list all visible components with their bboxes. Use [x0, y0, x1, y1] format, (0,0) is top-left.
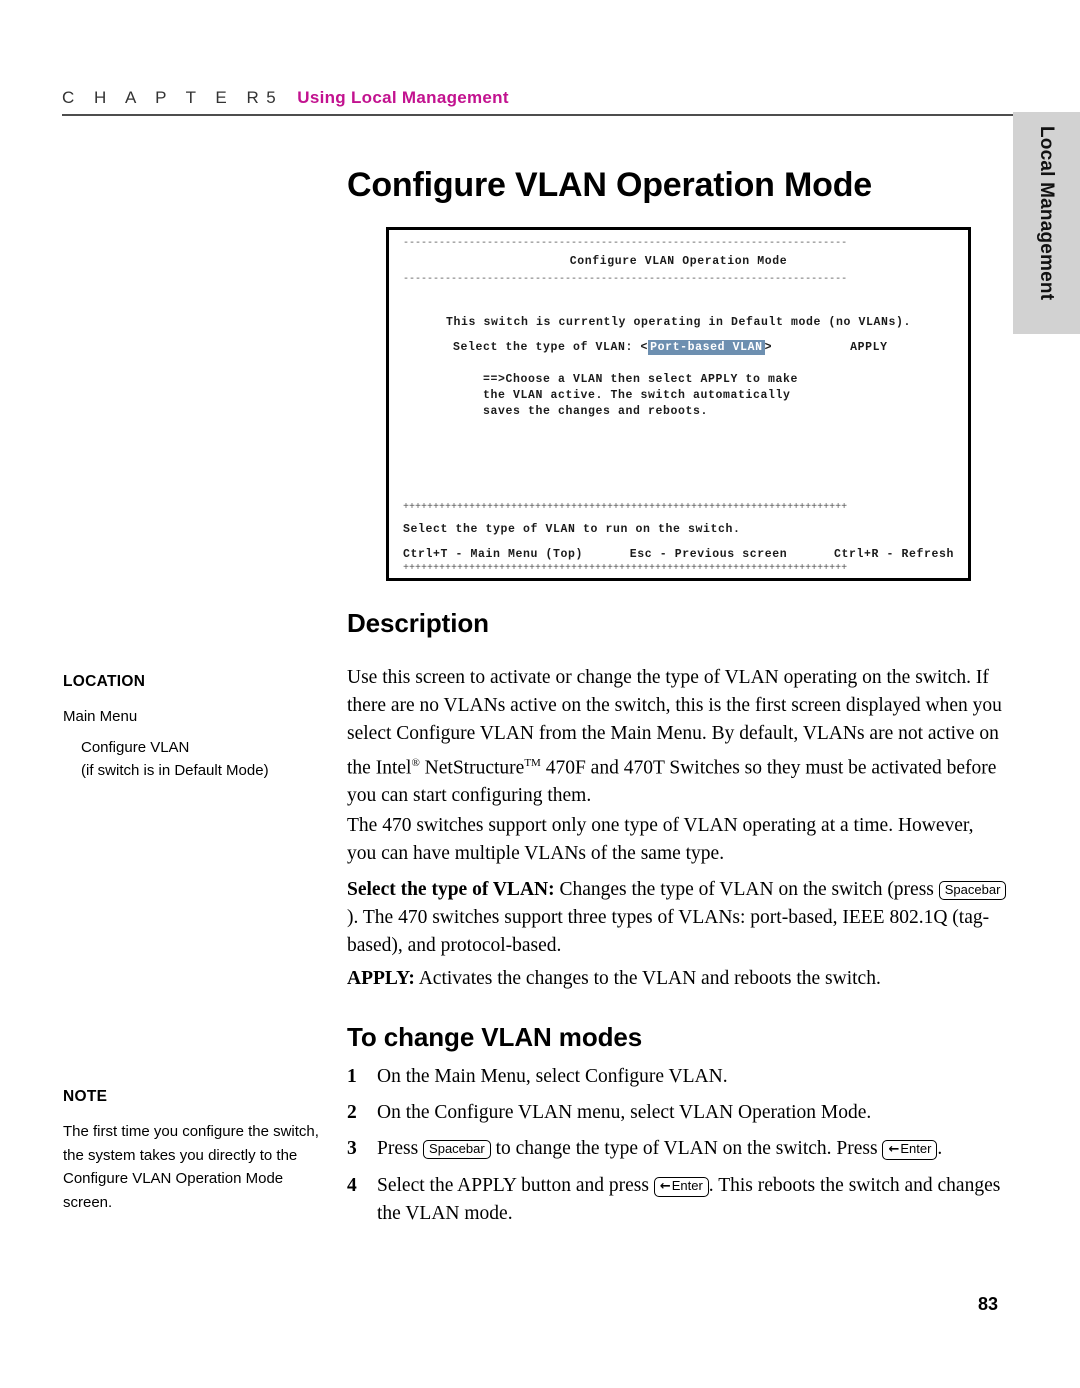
apply-button[interactable]: APPLY: [850, 340, 888, 356]
apply-label-bold: APPLY:: [347, 968, 415, 989]
terminal-screenshot: ----------------------------------------…: [386, 227, 971, 581]
section-heading-description: Description: [347, 608, 489, 638]
step-number: 1: [347, 1066, 357, 1087]
location-title: LOCATION: [63, 673, 146, 690]
terminal-hint-line-1: ==>Choose a VLAN then select APPLY to ma…: [483, 373, 799, 386]
enter-key-badge: ←Enter: [653, 1176, 709, 1197]
terminal-field-row: Select the type of VLAN: < Port-based VLA…: [403, 340, 954, 356]
page-title: Configure VLAN Operation Mode: [347, 166, 872, 204]
side-tab-label: Local Management: [1036, 126, 1057, 301]
terminal-rule-footer-top: ++++++++++++++++++++++++++++++++++++++++…: [403, 502, 848, 513]
location-line-configure-vlan: Configure VLAN: [81, 739, 190, 756]
note-block: NOTE The first time you configure the sw…: [63, 1088, 325, 1214]
terminal-status-line: This switch is currently operating in De…: [445, 316, 912, 329]
step-number: 4: [347, 1174, 357, 1196]
enter-arrow-icon: ←: [659, 1178, 671, 1194]
terminal-spacer-1: [403, 285, 954, 315]
step-text: Select the APPLY button and press ←Enter…: [377, 1172, 1007, 1228]
step-1-text-a: On the Main Menu, select Configure VLAN.: [377, 1066, 728, 1087]
note-text: The first time you configure the switch,…: [63, 1123, 319, 1211]
step-text: On the Configure VLAN menu, select VLAN …: [377, 1099, 1007, 1127]
description-paragraph-4: APPLY: Activates the changes to the VLAN…: [347, 965, 1007, 993]
para-1-part-b: NetStructure: [419, 757, 525, 779]
key-hint-refresh: Ctrl+R - Refresh: [833, 548, 954, 561]
para-3-part-a: Changes the type of VLAN on the switch (…: [554, 879, 939, 900]
terminal-footer: ++++++++++++++++++++++++++++++++++++++++…: [389, 502, 968, 574]
list-item: 4 Select the APPLY button and press ←Ent…: [347, 1172, 1007, 1228]
page-number: 83: [978, 1294, 999, 1314]
terminal-spacer-4: [403, 513, 954, 522]
terminal-spacer-5: [403, 538, 954, 547]
enter-key-badge: ←Enter: [882, 1140, 938, 1161]
step-3-text-a: Press: [377, 1138, 424, 1160]
step-number: 2: [347, 1102, 357, 1124]
step-2-text-a: On the Configure VLAN menu, select VLAN …: [377, 1102, 872, 1124]
location-block: LOCATION Main Menu Configure VLAN (if sw…: [63, 673, 325, 782]
step-number: 3: [347, 1138, 357, 1160]
para-3-part-b: ). The 470 switches support three types …: [347, 907, 990, 957]
vlan-type-label: Select the type of VLAN:: [453, 341, 634, 354]
step-text: Press Spacebar to change the type of VLA…: [377, 1135, 1007, 1163]
registered-trademark-symbol: ®: [411, 756, 420, 769]
step-3-text-b: to change the type of VLAN on the switch…: [490, 1138, 883, 1160]
description-paragraph-2: The 470 switches support only one type o…: [347, 815, 974, 865]
terminal-rule-bottom: ++++++++++++++++++++++++++++++++++++++++…: [403, 563, 848, 574]
vlan-type-value[interactable]: Port-based VLAN: [648, 340, 765, 355]
chapter-label: C H A P T E R: [62, 88, 267, 107]
bracket-close: >: [764, 341, 773, 354]
chapter-title: Using Local Management: [297, 88, 509, 107]
terminal-hint-line-3: saves the changes and reboots.: [483, 405, 709, 418]
step-3-text-c: .: [937, 1138, 943, 1160]
para-4-text: Activates the changes to the VLAN and re…: [414, 968, 881, 989]
enter-key-label: Enter: [900, 1141, 932, 1157]
section-heading-to-change-vlan-modes: To change VLAN modes: [347, 1022, 643, 1052]
terminal-spacer-3: [403, 356, 954, 372]
terminal-rule-under-title: ----------------------------------------…: [403, 274, 848, 285]
key-hint-main-menu: Ctrl+T - Main Menu (Top): [403, 548, 584, 561]
enter-arrow-icon: ←: [888, 1142, 900, 1158]
terminal-help-line: Select the type of VLAN to run on the sw…: [403, 523, 741, 536]
note-title: NOTE: [63, 1088, 108, 1105]
terminal-title: Configure VLAN Operation Mode: [569, 255, 788, 268]
list-item: 2 On the Configure VLAN menu, select VLA…: [347, 1099, 1007, 1127]
key-hint-previous-screen: Esc - Previous screen: [629, 548, 788, 561]
list-item: 1 On the Main Menu, select Configure VLA…: [347, 1063, 1007, 1091]
list-item: 3 Press Spacebar to change the type of V…: [347, 1135, 1007, 1163]
bracket-open: <: [640, 341, 649, 354]
trademark-symbol: TM: [524, 756, 541, 769]
spacebar-key-badge: Spacebar: [423, 1140, 491, 1160]
terminal-spacer-2: [403, 331, 954, 340]
location-line-default-mode: (if switch is in Default Mode): [81, 762, 269, 779]
spacebar-key-badge: Spacebar: [938, 881, 1007, 900]
step-text: On the Main Menu, select Configure VLAN.: [377, 1063, 1007, 1091]
steps-list: 1 On the Main Menu, select Configure VLA…: [347, 1063, 1007, 1236]
description-paragraph-1: Use this screen to activate or change th…: [347, 664, 1007, 811]
terminal-key-hints: Ctrl+T - Main Menu (Top) Esc - Previous …: [403, 547, 954, 563]
location-line-main-menu: Main Menu: [63, 708, 138, 725]
side-tab-local-management: Local Management: [1013, 112, 1080, 334]
location-gap: [63, 728, 325, 736]
step-4-text-a: Select the APPLY button and press: [377, 1174, 654, 1196]
chapter-number: 5: [266, 88, 284, 107]
enter-key-label: Enter: [671, 1177, 703, 1193]
terminal-rule-top: ----------------------------------------…: [403, 238, 848, 249]
select-type-label: Select the type of VLAN:: [347, 879, 555, 900]
terminal-hint-line-2: the VLAN active. The switch automaticall…: [483, 389, 791, 402]
header-divider: [62, 114, 1018, 116]
description-paragraph-3: Select the type of VLAN: Changes the typ…: [347, 876, 1007, 961]
